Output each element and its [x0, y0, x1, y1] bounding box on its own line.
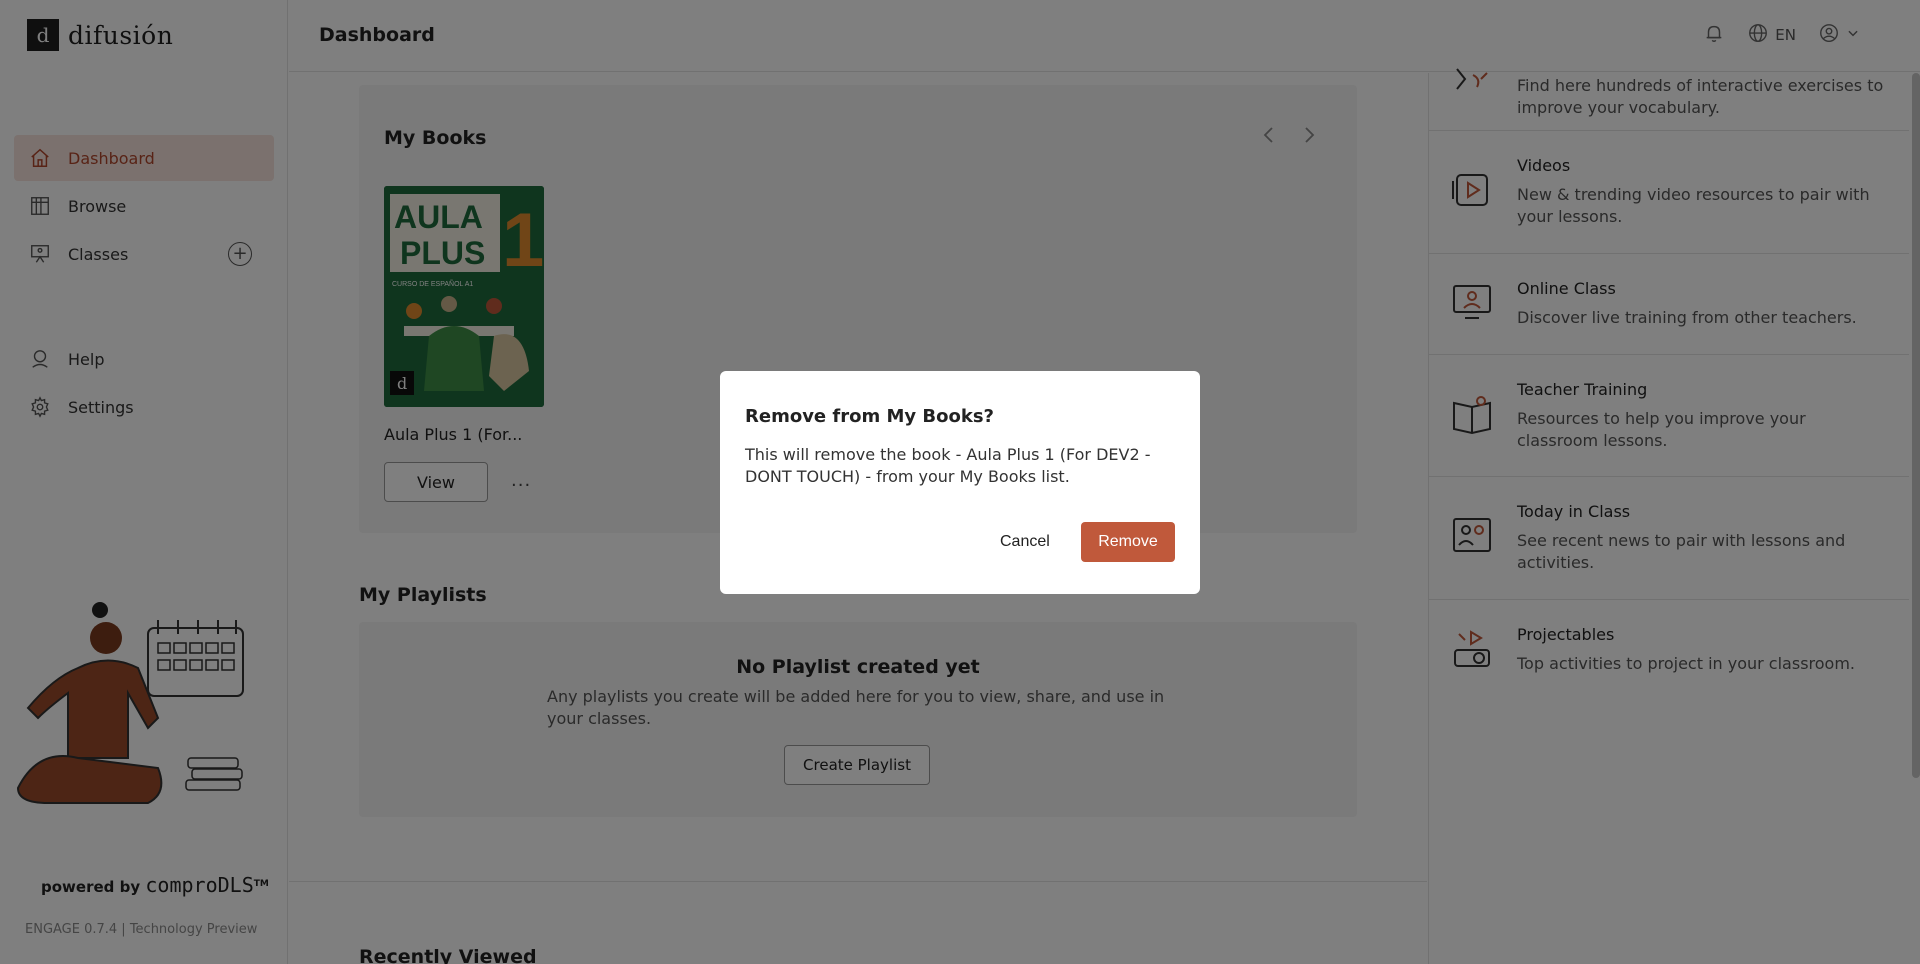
remove-button[interactable]: Remove	[1081, 522, 1175, 562]
dialog-message: This will remove the book - Aula Plus 1 …	[745, 445, 1151, 486]
cancel-button[interactable]: Cancel	[988, 522, 1062, 562]
remove-book-dialog: Remove from My Books? This will remove t…	[720, 371, 1200, 594]
dialog-title: Remove from My Books?	[745, 406, 994, 427]
